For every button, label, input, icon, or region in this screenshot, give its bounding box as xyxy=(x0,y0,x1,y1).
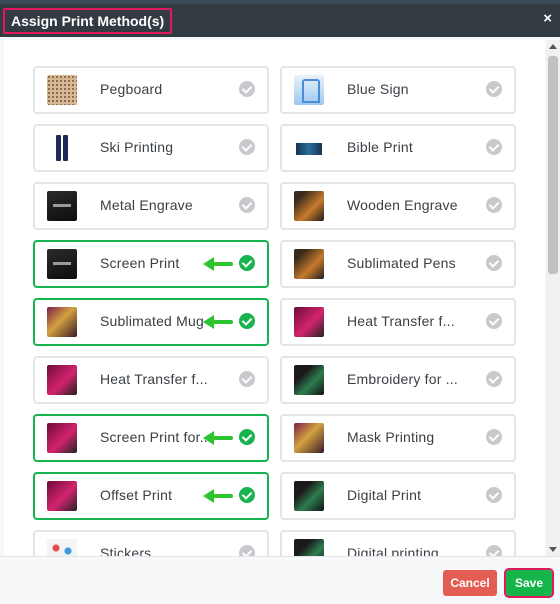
print-method-label: Blue Sign xyxy=(347,81,409,97)
dialog-footer: Cancel Save xyxy=(0,556,560,604)
print-method-label: Pegboard xyxy=(100,81,163,97)
check-unselected-icon[interactable] xyxy=(239,545,255,556)
print-method-label: Metal Engrave xyxy=(100,197,193,213)
print-method-label: Digital printing xyxy=(347,545,439,556)
ski-printing-image xyxy=(47,133,77,163)
print-method-card[interactable]: Screen Print for... xyxy=(33,414,269,462)
arrow-shaft xyxy=(213,436,233,440)
check-unselected-icon[interactable] xyxy=(486,487,502,503)
heat-transfer-image xyxy=(47,365,77,395)
embroidery-image xyxy=(294,365,324,395)
dialog-title: Assign Print Method(s) xyxy=(3,8,173,34)
check-selected-icon[interactable] xyxy=(239,429,255,445)
print-method-label: Heat Transfer f... xyxy=(347,313,455,329)
scrollbar[interactable] xyxy=(546,40,560,556)
assign-print-method-dialog: Assign Print Method(s) × Pegboard Blue Si… xyxy=(0,4,560,604)
check-unselected-icon[interactable] xyxy=(239,81,255,97)
scroll-up-arrow-icon[interactable] xyxy=(549,44,557,49)
check-unselected-icon[interactable] xyxy=(486,139,502,155)
digital-printing-image xyxy=(294,539,324,556)
save-button[interactable]: Save xyxy=(504,568,554,598)
print-method-card[interactable]: Wooden Engrave xyxy=(280,182,516,230)
cancel-button[interactable]: Cancel xyxy=(443,570,497,596)
print-method-label: Sublimated Pens xyxy=(347,255,456,271)
print-method-card[interactable]: Embroidery for ... xyxy=(280,356,516,404)
print-method-card[interactable]: Sublimated Mug xyxy=(33,298,269,346)
blue-sign-image xyxy=(294,75,324,105)
print-method-label: Digital Print xyxy=(347,487,422,503)
print-method-card[interactable]: Digital printing xyxy=(280,530,516,556)
print-method-label: Mask Printing xyxy=(347,429,435,445)
annotation-arrow-icon xyxy=(203,257,233,271)
dialog-header: Assign Print Method(s) × xyxy=(0,4,560,37)
print-method-card[interactable]: Metal Engrave xyxy=(33,182,269,230)
check-unselected-icon[interactable] xyxy=(486,255,502,271)
print-method-label: Wooden Engrave xyxy=(347,197,458,213)
print-method-list: Pegboard Blue Sign Ski Printing Bible Print… xyxy=(4,40,545,556)
print-method-card[interactable]: Screen Print xyxy=(33,240,269,288)
print-method-card[interactable]: Offset Print xyxy=(33,472,269,520)
check-unselected-icon[interactable] xyxy=(486,197,502,213)
check-unselected-icon[interactable] xyxy=(239,139,255,155)
scrollbar-thumb[interactable] xyxy=(548,56,558,274)
print-method-card[interactable]: Heat Transfer f... xyxy=(33,356,269,404)
print-method-card[interactable]: Pegboard xyxy=(33,66,269,114)
check-unselected-icon[interactable] xyxy=(486,429,502,445)
print-method-card[interactable]: Blue Sign xyxy=(280,66,516,114)
print-method-card[interactable]: Bible Print xyxy=(280,124,516,172)
print-method-label: Bible Print xyxy=(347,139,414,155)
screen-print-for-image xyxy=(47,423,77,453)
check-unselected-icon[interactable] xyxy=(486,545,502,556)
print-method-card[interactable]: Ski Printing xyxy=(33,124,269,172)
pegboard-image xyxy=(47,75,77,105)
check-selected-icon[interactable] xyxy=(239,255,255,271)
arrow-shaft xyxy=(213,494,233,498)
sublimated-mug-image xyxy=(47,307,77,337)
print-method-label: Embroidery for ... xyxy=(347,371,458,387)
print-method-card[interactable]: Stickers xyxy=(33,530,269,556)
print-method-card[interactable]: Mask Printing xyxy=(280,414,516,462)
print-method-card[interactable]: Heat Transfer f... xyxy=(280,298,516,346)
wooden-engrave-image xyxy=(294,191,324,221)
check-unselected-icon[interactable] xyxy=(239,371,255,387)
check-unselected-icon[interactable] xyxy=(486,371,502,387)
bible-print-image xyxy=(294,133,324,163)
digital-print-image xyxy=(294,481,324,511)
stickers-image xyxy=(47,539,77,556)
scroll-down-arrow-icon[interactable] xyxy=(549,547,557,552)
check-selected-icon[interactable] xyxy=(239,313,255,329)
print-method-label: Heat Transfer f... xyxy=(100,371,208,387)
arrow-shaft xyxy=(213,262,233,266)
offset-print-image xyxy=(47,481,77,511)
check-unselected-icon[interactable] xyxy=(486,81,502,97)
check-unselected-icon[interactable] xyxy=(486,313,502,329)
sublimated-pens-image xyxy=(294,249,324,279)
annotation-arrow-icon xyxy=(203,315,233,329)
close-icon[interactable]: × xyxy=(543,10,552,27)
screen-print-image xyxy=(47,249,77,279)
check-selected-icon[interactable] xyxy=(239,487,255,503)
print-method-label: Stickers xyxy=(100,545,152,556)
print-method-label: Ski Printing xyxy=(100,139,174,155)
annotation-arrow-icon xyxy=(203,489,233,503)
print-method-card[interactable]: Sublimated Pens xyxy=(280,240,516,288)
print-method-card[interactable]: Digital Print xyxy=(280,472,516,520)
check-unselected-icon[interactable] xyxy=(239,197,255,213)
mask-printing-image xyxy=(294,423,324,453)
arrow-shaft xyxy=(213,320,233,324)
heat-transfer-image xyxy=(294,307,324,337)
metal-engrave-image xyxy=(47,191,77,221)
annotation-arrow-icon xyxy=(203,431,233,445)
